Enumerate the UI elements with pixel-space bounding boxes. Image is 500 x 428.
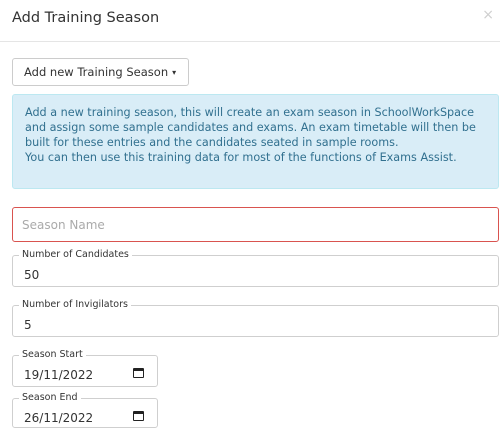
info-alert: Add a new training season, this will cre… [12,94,499,189]
dropdown-label: Add new Training Season [24,65,169,79]
season-name-field [12,207,499,242]
calendar-icon[interactable] [133,411,144,421]
invigilators-value[interactable]: 5 [24,318,32,332]
season-end-value[interactable]: 26/11/2022 [24,411,93,425]
season-end-label: Season End [19,392,81,404]
alert-line: You can then use this training data for … [25,151,457,164]
alert-line: built for these entries and the candidat… [25,136,399,149]
calendar-icon[interactable] [133,368,144,378]
season-start-value[interactable]: 19/11/2022 [24,368,93,382]
invigilators-field[interactable]: Number of Invigilators 5 [12,299,499,337]
season-end-field[interactable]: Season End 26/11/2022 [12,392,158,428]
alert-line: Add a new training season, this will cre… [25,106,475,119]
caret-down-icon: ▾ [172,67,177,77]
close-icon[interactable]: × [482,8,494,22]
candidates-field[interactable]: Number of Candidates 50 [12,249,499,287]
alert-line: and assign some sample candidates and ex… [25,121,476,134]
candidates-value[interactable]: 50 [24,268,39,282]
add-training-season-dropdown[interactable]: Add new Training Season ▾ [12,58,189,86]
season-start-label: Season Start [19,349,86,361]
header-divider [0,41,500,42]
season-name-input[interactable] [13,208,498,241]
candidates-label: Number of Candidates [19,249,132,261]
season-start-field[interactable]: Season Start 19/11/2022 [12,349,158,387]
invigilators-label: Number of Invigilators [19,299,131,311]
modal-title: Add Training Season [12,10,160,26]
